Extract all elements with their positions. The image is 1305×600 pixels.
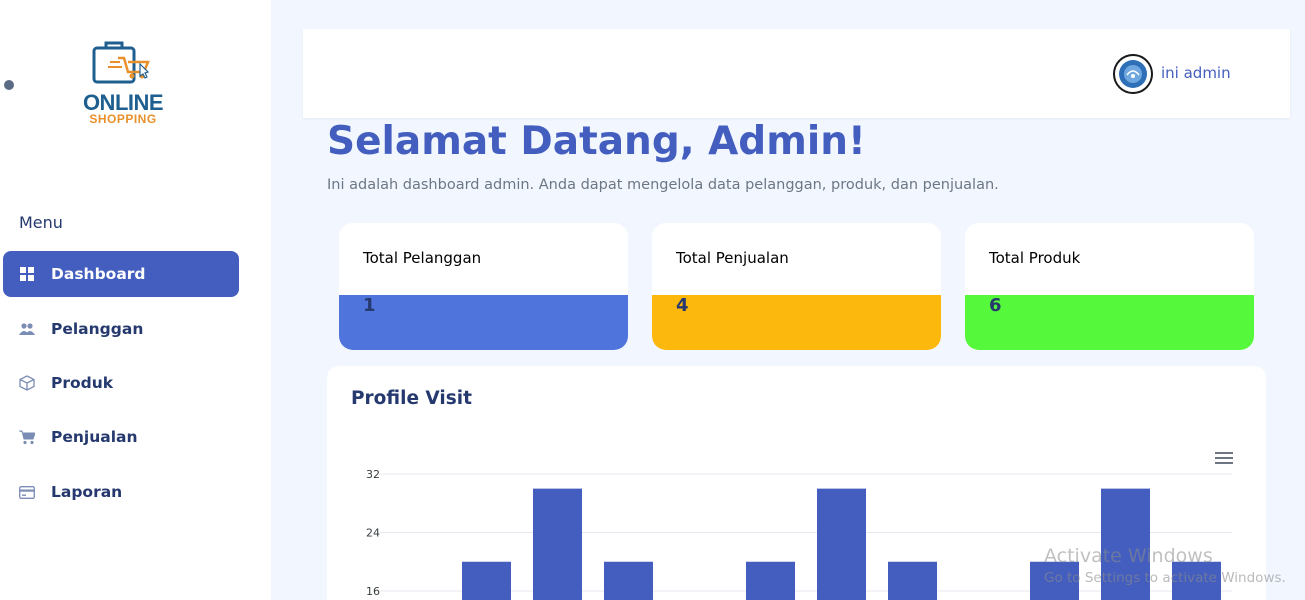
sidebar-item-penjualan[interactable]: Penjualan (3, 414, 239, 460)
chart-bar[interactable] (604, 561, 653, 600)
sidebar: ONLINE SHOPPING Menu Dashboard Pelanggan… (0, 0, 271, 600)
chart-bar[interactable] (462, 561, 511, 600)
topbar: ini admin (303, 29, 1290, 118)
stat-value: 4 (652, 295, 941, 350)
stat-value: 1 (339, 295, 628, 350)
y-tick-label: 32 (366, 468, 380, 481)
chart-bar[interactable] (746, 561, 795, 600)
stat-label: Total Penjualan (652, 223, 941, 295)
sidebar-item-label: Pelanggan (51, 320, 144, 338)
chart-bar[interactable] (533, 488, 582, 600)
user-avatar[interactable] (1113, 54, 1153, 94)
sidebar-item-produk[interactable]: Produk (3, 360, 239, 406)
menu-title: Menu (19, 213, 63, 232)
brand-line2: SHOPPING (89, 112, 157, 126)
box-icon (19, 375, 35, 391)
brand-logo[interactable]: ONLINE SHOPPING (80, 40, 166, 130)
sidebar-item-label: Penjualan (51, 428, 138, 446)
cart-icon (19, 429, 35, 445)
sidebar-item-pelanggan[interactable]: Pelanggan (3, 306, 239, 352)
stat-value: 6 (965, 295, 1254, 350)
sidebar-item-dashboard[interactable]: Dashboard (3, 251, 239, 297)
sidebar-item-label: Produk (51, 374, 114, 392)
sidebar-item-label: Dashboard (51, 265, 146, 283)
user-name[interactable]: ini admin (1161, 64, 1231, 82)
sidebar-item-label: Laporan (51, 483, 123, 501)
stat-card-pelanggan: Total Pelanggan 1 (339, 223, 628, 350)
page-subtitle: Ini adalah dashboard admin. Anda dapat m… (327, 177, 999, 193)
stat-card-penjualan: Total Penjualan 4 (652, 223, 941, 350)
chart-bar[interactable] (888, 561, 937, 600)
stat-label: Total Pelanggan (339, 223, 628, 295)
card-icon (19, 484, 35, 500)
page-title: Selamat Datang, Admin! (327, 119, 866, 164)
chart-bar[interactable] (817, 488, 866, 600)
users-icon (19, 321, 35, 337)
grid-icon (19, 266, 35, 282)
y-tick-label: 24 (366, 527, 380, 540)
y-tick-label: 16 (366, 585, 380, 598)
shopping-bag-icon (92, 41, 150, 84)
watermark-subtitle: Go to Settings to activate Windows. (1044, 570, 1286, 586)
stat-label: Total Produk (965, 223, 1254, 295)
watermark-title: Activate Windows (1044, 545, 1213, 567)
stat-card-produk: Total Produk 6 (965, 223, 1254, 350)
sidebar-dot (4, 80, 14, 90)
sidebar-item-laporan[interactable]: Laporan (3, 469, 239, 515)
